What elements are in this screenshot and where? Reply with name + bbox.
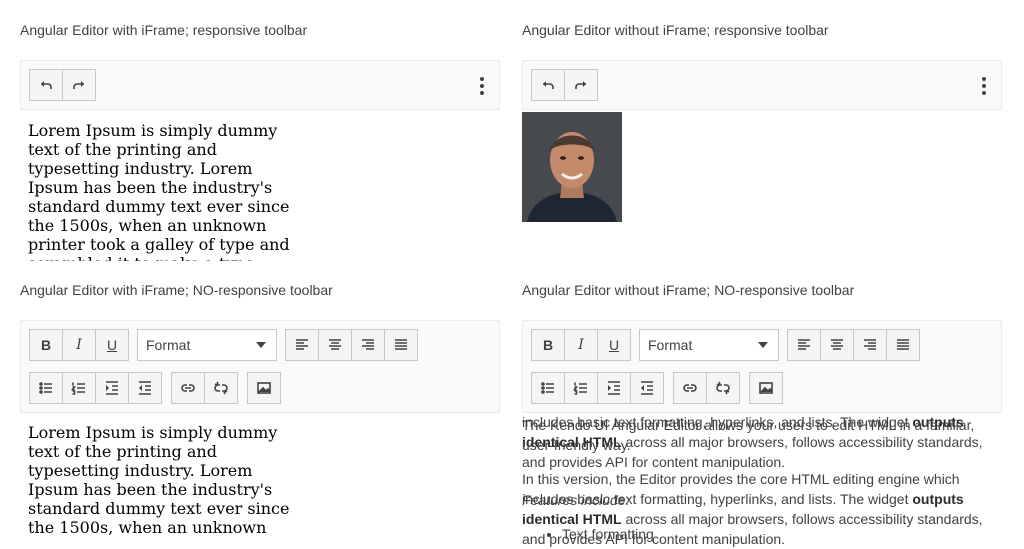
panel-title: Angular Editor with iFrame; responsive t… [20, 22, 308, 38]
more-vertical-icon[interactable] [981, 77, 987, 95]
align-right-button[interactable] [351, 329, 385, 361]
chevron-down-icon [758, 342, 768, 348]
portrait-image [522, 112, 622, 222]
italic-icon: I [578, 337, 584, 353]
insert-image-icon [257, 382, 271, 394]
indent-icon [106, 381, 118, 395]
underline-button[interactable]: U [95, 329, 129, 361]
italic-icon: I [76, 337, 82, 353]
outdent-icon [641, 381, 653, 395]
undo-button[interactable] [531, 69, 565, 101]
redo-button[interactable] [62, 69, 96, 101]
redo-button[interactable] [564, 69, 598, 101]
editor-toolbar [20, 60, 500, 110]
undo-icon [543, 81, 554, 89]
align-center-button[interactable] [318, 329, 352, 361]
panel-title: Angular Editor without iFrame; responsiv… [522, 22, 829, 38]
align-justify-button[interactable] [384, 329, 418, 361]
editor-toolbar [522, 60, 1002, 110]
align-left-button[interactable] [787, 329, 821, 361]
editor-toolbar: B I U Format [522, 320, 1002, 413]
numbered-list-icon [71, 382, 85, 395]
link-button[interactable] [673, 372, 707, 404]
panel-title: Angular Editor with iFrame; NO-responsiv… [20, 282, 333, 298]
format-value: Format [648, 337, 693, 353]
numbered-list-button[interactable] [62, 372, 96, 404]
insert-image-button[interactable] [749, 372, 783, 404]
italic-button[interactable]: I [564, 329, 598, 361]
editor-content-layer-b: The Kendo UI Angular Editor allows your … [522, 415, 992, 544]
align-center-button[interactable] [820, 329, 854, 361]
bullet-list-button[interactable] [531, 372, 565, 404]
format-dropdown[interactable]: Format [639, 329, 779, 361]
bullet-list-button[interactable] [29, 372, 63, 404]
underline-button[interactable]: U [597, 329, 631, 361]
bullet-list-icon [39, 382, 52, 394]
indent-button[interactable] [597, 372, 631, 404]
align-left-button[interactable] [285, 329, 319, 361]
redo-icon [73, 81, 84, 89]
link-button[interactable] [171, 372, 205, 404]
underline-icon: U [608, 337, 620, 353]
editor-iframe-content[interactable]: Lorem Ipsum is simply dummy text of the … [28, 121, 298, 261]
outdent-icon [139, 381, 151, 395]
bold-button[interactable]: B [29, 329, 63, 361]
numbered-list-icon [573, 382, 587, 395]
align-left-icon [798, 339, 810, 350]
bold-icon: B [542, 337, 554, 353]
indent-icon [608, 381, 620, 395]
undo-button[interactable] [29, 69, 63, 101]
editor-toolbar: B I U Format [20, 320, 500, 413]
outdent-button[interactable] [630, 372, 664, 404]
align-justify-button[interactable] [886, 329, 920, 361]
redo-icon [575, 81, 586, 89]
list-item: Text formatting [562, 524, 992, 544]
align-center-icon [831, 339, 843, 350]
unlink-button[interactable] [706, 372, 740, 404]
outdent-button[interactable] [128, 372, 162, 404]
editor-iframe-content[interactable]: Lorem Ipsum is simply dummy text of the … [28, 423, 298, 540]
align-center-icon [329, 339, 341, 350]
align-left-icon [296, 339, 308, 350]
content-text: Features include: [522, 492, 630, 508]
editor-image[interactable] [522, 112, 622, 222]
align-justify-icon [395, 339, 407, 350]
format-value: Format [146, 337, 191, 353]
underline-icon: U [106, 337, 118, 353]
numbered-list-button[interactable] [564, 372, 598, 404]
align-right-icon [362, 339, 374, 350]
bullet-list-icon [541, 382, 554, 394]
indent-button[interactable] [95, 372, 129, 404]
panel-title: Angular Editor without iFrame; NO-respon… [522, 282, 855, 298]
unlink-icon [214, 381, 228, 395]
bold-button[interactable]: B [531, 329, 565, 361]
unlink-button[interactable] [204, 372, 238, 404]
unlink-icon [716, 381, 730, 395]
insert-image-button[interactable] [247, 372, 281, 404]
content-text: The Kendo UI Angular Editor allows your … [522, 417, 975, 453]
format-dropdown[interactable]: Format [137, 329, 277, 361]
link-icon [683, 384, 697, 392]
undo-icon [41, 81, 52, 89]
italic-button[interactable]: I [62, 329, 96, 361]
bold-icon: B [40, 337, 52, 353]
align-right-button[interactable] [853, 329, 887, 361]
align-right-icon [864, 339, 876, 350]
more-vertical-icon[interactable] [479, 77, 485, 95]
align-justify-icon [897, 339, 909, 350]
chevron-down-icon [256, 342, 266, 348]
link-icon [181, 384, 195, 392]
insert-image-icon [759, 382, 773, 394]
